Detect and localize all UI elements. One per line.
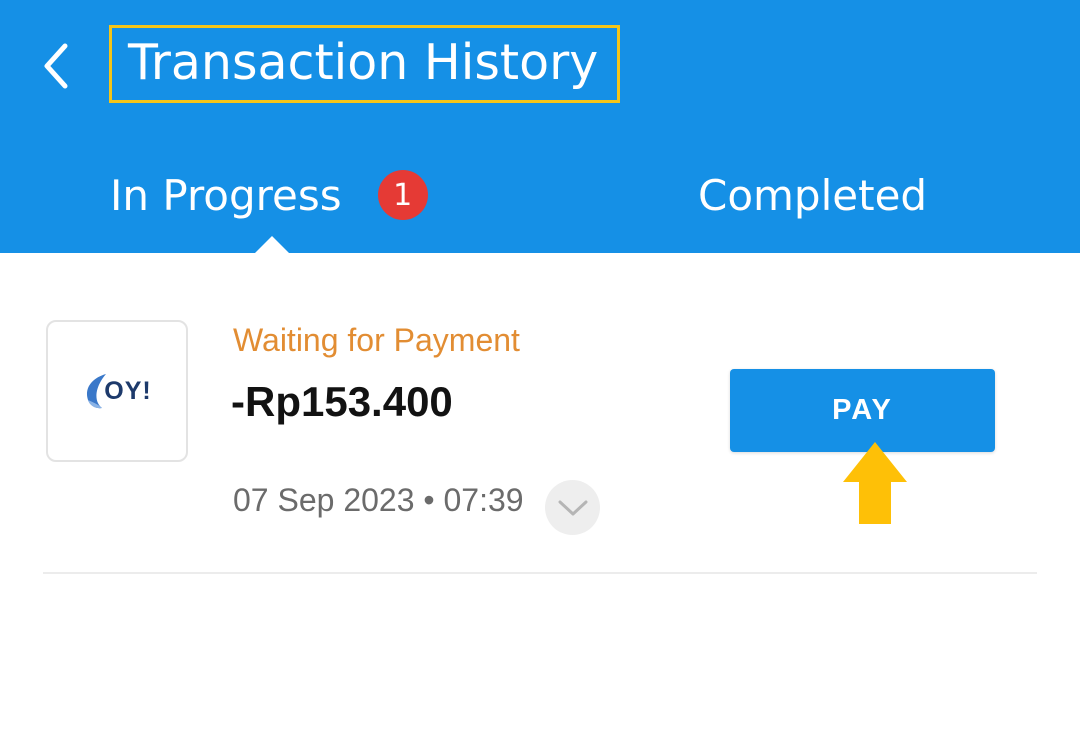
pay-button[interactable]: PAY xyxy=(730,369,995,452)
pay-button-label: PAY xyxy=(832,394,893,426)
oy-logo: OY! xyxy=(82,372,151,410)
tab-in-progress-label: In Progress xyxy=(110,170,342,220)
tab-completed-label: Completed xyxy=(698,170,928,220)
chevron-down-icon xyxy=(558,500,587,515)
tab-in-progress-badge: 1 xyxy=(377,170,428,220)
transaction-status: Waiting for Payment xyxy=(233,322,520,358)
expand-details-button[interactable] xyxy=(545,480,600,535)
page-title: Transaction History xyxy=(128,34,599,91)
transaction-datetime: 07 Sep 2023 • 07:39 xyxy=(233,482,524,518)
tab-in-progress[interactable]: In Progress 1 xyxy=(110,160,428,230)
active-tab-indicator xyxy=(255,236,289,253)
merchant-logo: OY! xyxy=(46,320,188,462)
app-header: Transaction History In Progress 1 Comple… xyxy=(0,0,1080,253)
transaction-amount: -Rp153.400 xyxy=(231,378,453,425)
tab-completed[interactable]: Completed xyxy=(698,160,927,230)
oy-logo-text: OY! xyxy=(104,376,152,405)
back-button[interactable] xyxy=(30,36,82,96)
arrow-up-icon xyxy=(843,442,907,524)
list-divider xyxy=(43,572,1037,574)
chevron-left-icon xyxy=(44,43,68,89)
app-screen: Transaction History In Progress 1 Comple… xyxy=(0,0,1080,733)
